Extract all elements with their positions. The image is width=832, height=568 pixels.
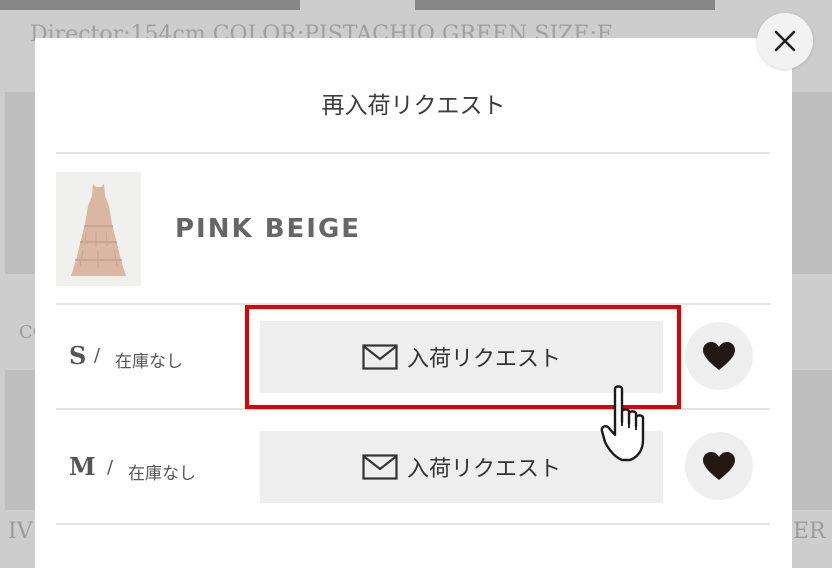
restock-request-label: 入荷リクエスト	[406, 457, 561, 482]
favorite-button[interactable]	[685, 322, 753, 390]
dress-thumbnail	[56, 172, 141, 286]
close-icon	[774, 30, 796, 52]
heart-icon	[703, 342, 735, 370]
divider	[56, 152, 770, 154]
size-label: M	[69, 452, 96, 481]
modal-title: 再入荷リクエスト	[321, 93, 506, 119]
hand-pointer-icon	[600, 385, 645, 462]
size-label: S	[69, 341, 87, 370]
heart-icon	[703, 452, 735, 480]
envelope-icon	[362, 454, 398, 480]
product-color-name: PINK BEIGE	[175, 214, 362, 244]
close-button[interactable]	[757, 13, 813, 69]
product-thumbnail	[56, 172, 141, 286]
stock-status: 在庫なし	[115, 352, 183, 372]
size-separator: /	[107, 457, 114, 478]
restock-request-modal: 再入荷リクエスト PINK BEIGE S / 在庫なし 入荷リクエスト M /…	[35, 38, 792, 568]
divider	[56, 523, 770, 525]
favorite-button[interactable]	[685, 432, 753, 500]
size-separator: /	[94, 345, 101, 366]
stock-status: 在庫なし	[128, 464, 196, 484]
